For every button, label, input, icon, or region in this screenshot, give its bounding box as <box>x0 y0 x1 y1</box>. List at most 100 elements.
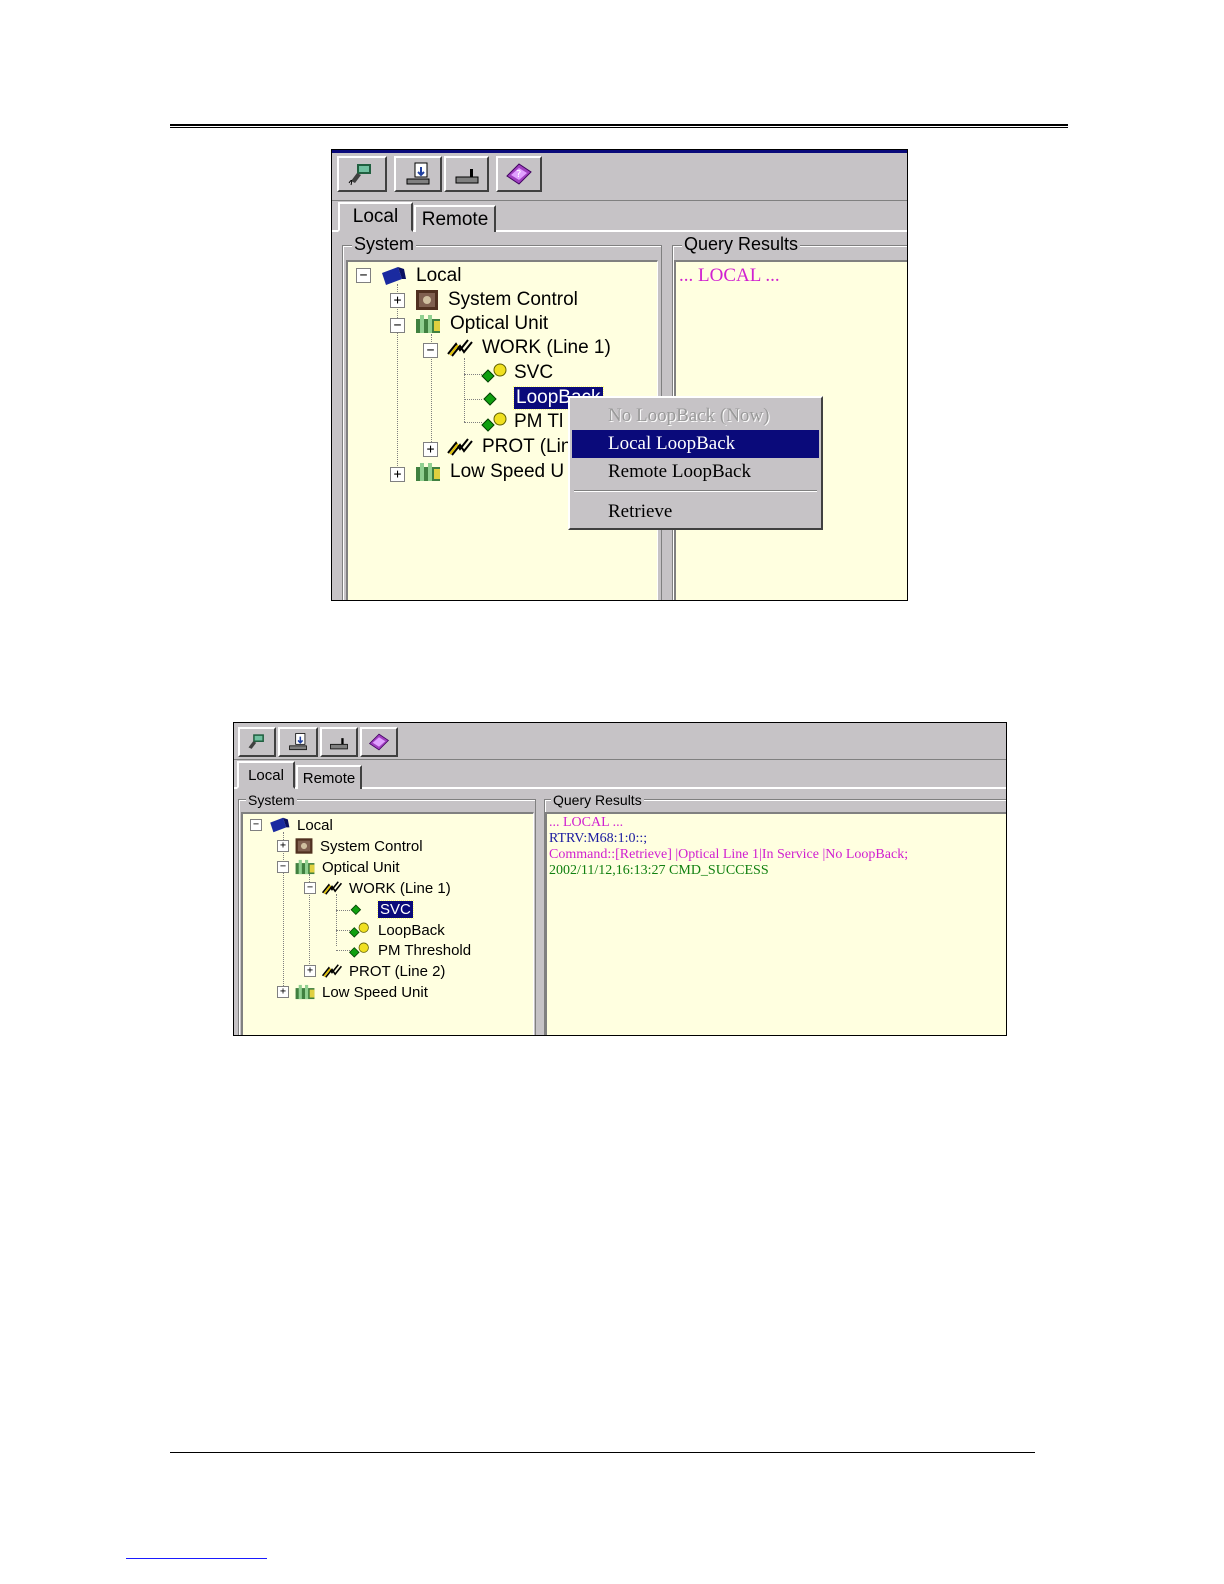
disconnect-icon <box>455 169 478 184</box>
tree-label-system-control: System Control <box>448 289 578 310</box>
tree-label-prot: PROT (Line 2) <box>349 962 446 980</box>
query-results-pane: ... LOCAL ... RTRV:M68:1:0::; Command::[… <box>545 812 1006 1035</box>
tree-node-low-speed[interactable]: Low Speed U <box>414 460 564 484</box>
tree-label-work: WORK (Line 1) <box>482 337 611 358</box>
menu-label-local-loopback: Local LoopBack <box>608 433 736 454</box>
svc-status-icon <box>481 363 507 383</box>
tree-node-pm-threshold[interactable]: PM Threshold <box>348 940 471 960</box>
tree-node-loopback[interactable]: LoopBack <box>348 920 445 940</box>
connect-icon <box>248 734 264 749</box>
low-speed-unit-icon <box>295 984 315 1000</box>
tab-local[interactable]: Local <box>237 761 295 789</box>
loopback-status-icon <box>349 922 369 938</box>
tree-label-work: WORK (Line 1) <box>349 879 451 897</box>
tree-label-svc: SVC <box>377 899 414 919</box>
disconnect-button[interactable] <box>444 156 489 192</box>
download-icon <box>289 733 307 751</box>
system-tree-pane: − Local + System Control − Optical Unit … <box>241 812 534 1035</box>
line-icon <box>447 339 473 357</box>
tree-node-system-control[interactable]: System Control <box>294 836 423 856</box>
low-speed-unit-icon <box>416 463 440 481</box>
expand-prot-icon[interactable]: + <box>423 442 438 457</box>
tab-local[interactable]: Local <box>338 202 413 232</box>
expand-system-control-icon[interactable]: + <box>277 840 289 852</box>
line-icon <box>321 964 343 978</box>
download-button[interactable] <box>278 727 318 757</box>
menu-label-remote-loopback: Remote LoopBack <box>608 461 751 482</box>
menu-label-retrieve: Retrieve <box>608 501 673 522</box>
tree-node-work[interactable]: WORK (Line 1) <box>446 336 611 360</box>
footnote-rule <box>126 1558 267 1559</box>
screenshot-loopback-menu: ? Local Remote System − Local + System C… <box>331 149 908 601</box>
tree-node-local[interactable]: Local <box>378 264 461 288</box>
tree-label-prot: PROT (Lin <box>482 436 572 457</box>
collapse-optical-unit-icon[interactable]: − <box>277 861 289 873</box>
download-button[interactable] <box>394 156 442 192</box>
menu-item-retrieve[interactable]: Retrieve <box>572 498 819 526</box>
menu-item-remote-loopback[interactable]: Remote LoopBack <box>572 458 819 486</box>
tree-label-low-speed: Low Speed Unit <box>322 983 428 1001</box>
tree-node-pm-threshold[interactable]: PM Tl <box>480 410 563 434</box>
help-button[interactable] <box>360 727 398 757</box>
connect-button[interactable] <box>238 727 276 757</box>
tree-label-optical-unit: Optical Unit <box>450 313 549 334</box>
toolbar: ? <box>332 150 907 201</box>
result-line-local: ... LOCAL ... <box>549 815 624 830</box>
tree-node-work[interactable]: WORK (Line 1) <box>321 878 451 898</box>
footer-rule <box>170 1452 1035 1453</box>
tree-label-system-control: System Control <box>320 837 423 855</box>
tree-node-system-control[interactable]: System Control <box>414 288 578 312</box>
header-rule <box>170 124 1068 128</box>
line-icon <box>321 881 343 895</box>
tab-remote[interactable]: Remote <box>296 765 362 789</box>
line-icon <box>447 438 473 456</box>
collapse-local-icon[interactable]: − <box>356 268 371 283</box>
tab-remote[interactable]: Remote <box>414 205 496 232</box>
collapse-work-icon[interactable]: − <box>423 343 438 358</box>
tree-label-pm-threshold: PM Threshold <box>378 941 472 959</box>
result-line-status: 2002/11/12,16:13:27 CMD_SUCCESS <box>549 863 769 878</box>
loopback-context-menu: No LoopBack (Now) Local LoopBack Remote … <box>568 396 823 530</box>
system-control-icon <box>295 838 313 854</box>
local-node-icon <box>382 267 406 285</box>
expand-low-speed-icon[interactable]: + <box>277 986 289 998</box>
help-book-icon <box>368 733 390 751</box>
result-line-response: Command::[Retrieve] |Optical Line 1|In S… <box>549 847 909 862</box>
expand-low-speed-icon[interactable]: + <box>390 467 405 482</box>
toolbar <box>234 723 1006 760</box>
tree-node-local[interactable]: Local <box>267 815 333 835</box>
tree-node-optical-unit[interactable]: Optical Unit <box>294 857 400 877</box>
collapse-work-icon[interactable]: − <box>304 882 316 894</box>
tree-label-local: Local <box>416 265 462 286</box>
tree-label-svc: SVC <box>514 362 554 383</box>
collapse-optical-unit-icon[interactable]: − <box>390 318 405 333</box>
help-book-icon: ? <box>506 163 532 185</box>
pm-status-icon <box>481 412 507 432</box>
pane-splitter[interactable] <box>536 799 544 1035</box>
tree-node-prot[interactable]: PROT (Line 2) <box>321 961 445 981</box>
menu-item-local-loopback[interactable]: Local LoopBack <box>572 430 819 458</box>
tree-label-low-speed: Low Speed U <box>450 461 565 482</box>
menu-label-no-loopback: No LoopBack (Now) <box>608 405 770 426</box>
tree-node-low-speed[interactable]: Low Speed Unit <box>294 982 428 1002</box>
svg-text:?: ? <box>516 169 521 180</box>
connect-button[interactable] <box>337 156 387 192</box>
local-node-icon <box>270 817 290 833</box>
loopback-status-icon <box>483 392 497 406</box>
tree-node-svc[interactable]: SVC <box>348 899 414 919</box>
tree-node-svc[interactable]: SVC <box>480 361 553 385</box>
query-results-label: Query Results <box>551 792 644 808</box>
expand-system-control-icon[interactable]: + <box>390 293 405 308</box>
collapse-local-icon[interactable]: − <box>250 819 262 831</box>
system-control-icon <box>416 290 438 310</box>
pm-status-icon <box>349 942 369 958</box>
tree-node-optical-unit[interactable]: Optical Unit <box>414 312 548 336</box>
tab-bar: Local Remote <box>234 759 1006 789</box>
disconnect-button[interactable] <box>320 727 358 757</box>
system-label: System <box>246 792 297 808</box>
menu-item-no-loopback[interactable]: No LoopBack (Now) <box>572 402 819 430</box>
optical-unit-icon <box>416 315 440 333</box>
expand-prot-icon[interactable]: + <box>304 965 316 977</box>
tree-node-prot[interactable]: PROT (Lin <box>446 435 571 459</box>
help-button[interactable]: ? <box>496 156 542 192</box>
